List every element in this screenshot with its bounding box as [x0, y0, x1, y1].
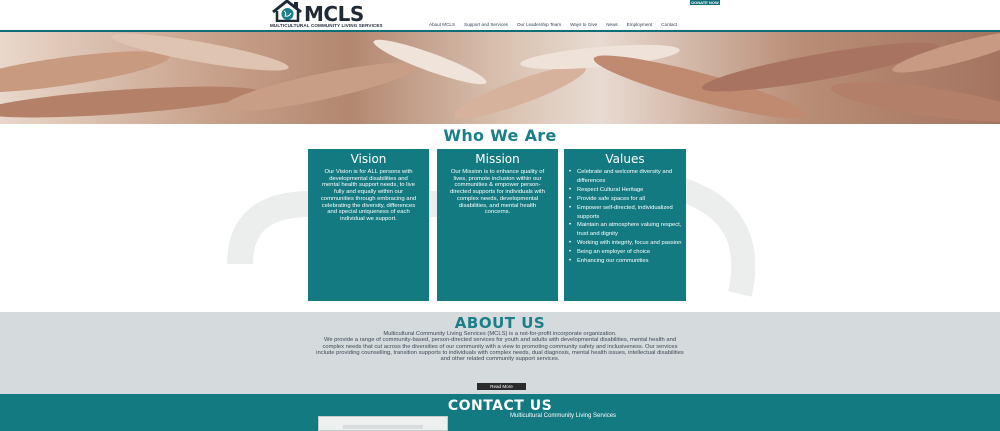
- house-globe-icon: [272, 0, 302, 22]
- who-we-are-section: Who We Are Vision Our Vision is for ALL …: [0, 124, 1000, 312]
- who-we-are-title: Who We Are: [443, 126, 557, 145]
- nav-employment[interactable]: Employment: [627, 22, 653, 27]
- mission-card: Mission Our Mission is to enhance qualit…: [437, 149, 558, 301]
- contact-us-title: CONTACT US: [447, 398, 553, 414]
- map-embed[interactable]: [318, 416, 448, 431]
- about-us-section: ABOUT US Multicultural Community Living …: [0, 312, 1000, 394]
- nav-ways-to-give[interactable]: Ways to Give: [570, 22, 597, 27]
- mission-text: Our Mission is to enhance quality of liv…: [450, 169, 545, 216]
- main-nav: About MCLS Support and Services Our Lead…: [429, 22, 686, 27]
- about-us-text: Multicultural Community Living Services …: [315, 331, 685, 362]
- nav-support-services[interactable]: Support and Services: [464, 22, 508, 27]
- values-item: Celebrate and welcome diversity and diff…: [569, 168, 682, 186]
- vision-title: Vision: [350, 152, 387, 166]
- nav-news[interactable]: News: [606, 22, 618, 27]
- vision-card: Vision Our Vision is for ALL persons wit…: [308, 149, 429, 301]
- values-item: Enhancing our communities: [569, 257, 682, 266]
- logo-tagline: MULTICULTURAL COMMUNITY LIVING SERVICES: [270, 23, 383, 28]
- about-us-title: ABOUT US: [454, 314, 546, 332]
- hands-image: [0, 32, 1000, 122]
- vision-text: Our Vision is for ALL persons with devel…: [320, 169, 417, 222]
- values-item: Empower self-directed, individualized su…: [569, 204, 682, 222]
- values-item: Provide safe spaces for all: [569, 195, 682, 204]
- donate-button[interactable]: DONATE NOW: [690, 0, 720, 5]
- values-card: Values Celebrate and welcome diversity a…: [564, 149, 686, 301]
- values-list: Celebrate and welcome diversity and diff…: [564, 166, 686, 266]
- about-description: We provide a range of community-based, p…: [316, 337, 684, 363]
- site-header: MCLS MULTICULTURAL COMMUNITY LIVING SERV…: [0, 0, 1000, 30]
- values-item: Working with integrity, focus and passio…: [569, 239, 682, 248]
- contact-us-section: CONTACT US Multicultural Community Livin…: [0, 394, 1000, 431]
- contact-org-name: Multicultural Community Living Services: [510, 413, 617, 419]
- nav-contact[interactable]: Contact: [661, 22, 677, 27]
- values-item: Respect Cultural Heritage: [569, 186, 682, 195]
- hero-image: [0, 32, 1000, 124]
- map-search-bar[interactable]: [343, 425, 423, 429]
- mission-title: Mission: [475, 152, 520, 166]
- values-title: Values: [605, 152, 645, 166]
- values-item: Being an employer of choice: [569, 248, 682, 257]
- logo[interactable]: MCLS MULTICULTURAL COMMUNITY LIVING SERV…: [270, 0, 410, 30]
- nav-about[interactable]: About MCLS: [429, 22, 455, 27]
- nav-leadership-team[interactable]: Our Leadership Team: [517, 22, 561, 27]
- read-more-button[interactable]: Read More: [477, 383, 526, 390]
- values-item: Maintain an atmosphere valuing respect, …: [569, 221, 682, 239]
